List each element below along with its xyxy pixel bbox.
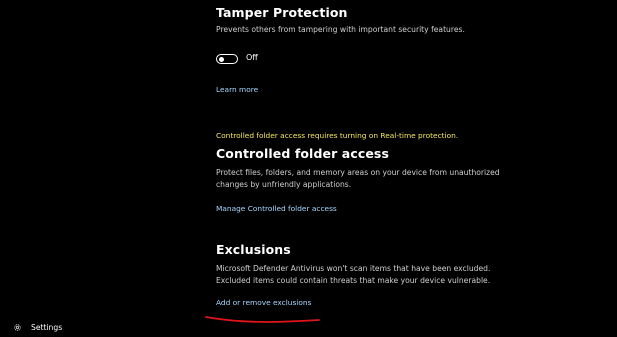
settings-label: Settings — [31, 322, 63, 332]
exclusions-heading: Exclusions — [216, 242, 291, 257]
tamper-protection-description: Prevents others from tampering with impo… — [216, 25, 465, 34]
settings-nav-item[interactable]: Settings — [13, 320, 62, 334]
tamper-protection-toggle[interactable] — [216, 54, 238, 64]
add-or-remove-exclusions-link[interactable]: Add or remove exclusions — [216, 298, 311, 307]
tamper-protection-toggle-state: Off — [246, 53, 258, 62]
manage-controlled-folder-access-link[interactable]: Manage Controlled folder access — [216, 204, 337, 213]
controlled-folder-access-description: Protect files, folders, and memory areas… — [216, 168, 500, 189]
exclusions-description: Microsoft Defender Antivirus won't scan … — [216, 264, 491, 285]
learn-more-link[interactable]: Learn more — [216, 85, 258, 94]
red-underline-annotation — [205, 316, 320, 323]
gear-icon — [14, 323, 21, 331]
toggle-knob — [219, 56, 224, 62]
real-time-protection-warning: Controlled folder access requires turnin… — [216, 131, 459, 140]
controlled-folder-access-heading: Controlled folder access — [216, 146, 389, 161]
tamper-protection-heading: Tamper Protection — [216, 5, 348, 20]
